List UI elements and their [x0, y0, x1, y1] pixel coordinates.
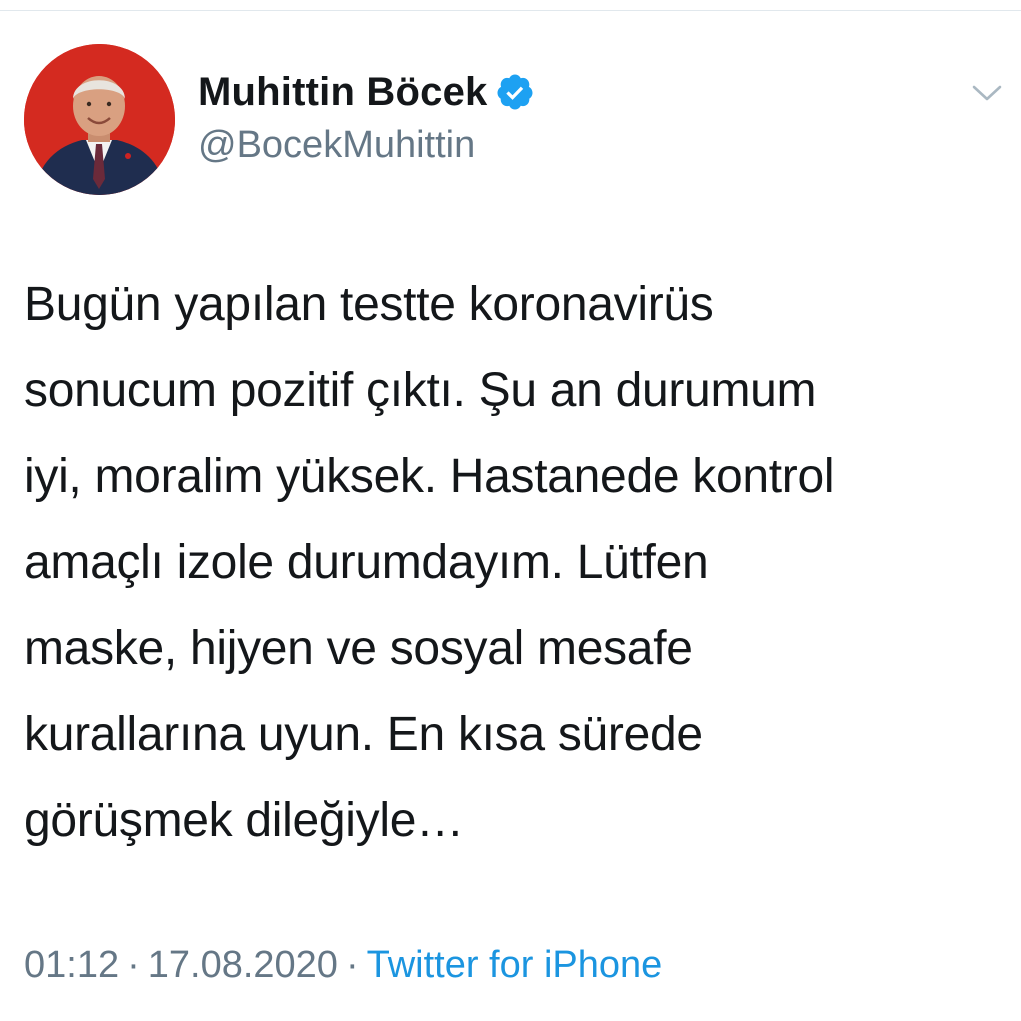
tweet-time[interactable]: 01:12 — [24, 944, 119, 986]
tweet-card: Muhittin Böcek @BocekMuhittin Bugün yapı… — [0, 0, 1021, 1021]
name-row: Muhittin Böcek — [198, 64, 535, 120]
meta-separator: · — [345, 944, 359, 986]
tweet-meta: 01:12 · 17.08.2020 · Twitter for iPhone — [24, 935, 662, 995]
avatar[interactable] — [24, 44, 175, 195]
display-name[interactable]: Muhittin Böcek — [198, 70, 487, 115]
user-handle[interactable]: @BocekMuhittin — [198, 124, 535, 167]
verified-badge-icon — [495, 72, 535, 112]
author-block: Muhittin Böcek @BocekMuhittin — [198, 64, 535, 167]
chevron-down-icon[interactable] — [970, 78, 1004, 108]
avatar-photo — [24, 44, 175, 195]
tweet-date[interactable]: 17.08.2020 — [148, 944, 338, 986]
tweet-text: Bugün yapılan testte koronavirüs sonucum… — [24, 278, 835, 847]
tweet-source-link[interactable]: Twitter for iPhone — [367, 944, 663, 986]
meta-separator: · — [127, 944, 140, 986]
